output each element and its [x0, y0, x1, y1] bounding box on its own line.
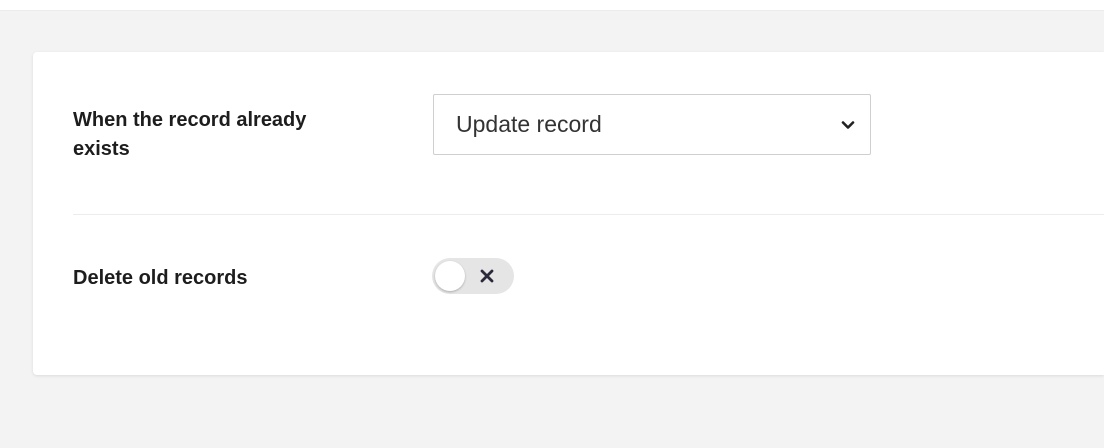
settings-card: When the record already exists Update re… [33, 52, 1104, 375]
existing-record-select[interactable]: Update record [433, 94, 871, 155]
toggle-knob [435, 261, 465, 291]
select-value: Update record [456, 111, 602, 137]
top-bar [0, 0, 1104, 11]
delete-old-records-label: Delete old records [73, 267, 248, 289]
close-icon [480, 269, 494, 283]
setting-row-existing-record: When the record already exists Update re… [73, 94, 1104, 215]
chevron-down-icon [841, 121, 855, 129]
existing-record-label: When the record already exists [73, 109, 307, 160]
setting-row-delete-old: Delete old records [73, 242, 1104, 322]
delete-old-records-toggle[interactable] [432, 258, 514, 294]
